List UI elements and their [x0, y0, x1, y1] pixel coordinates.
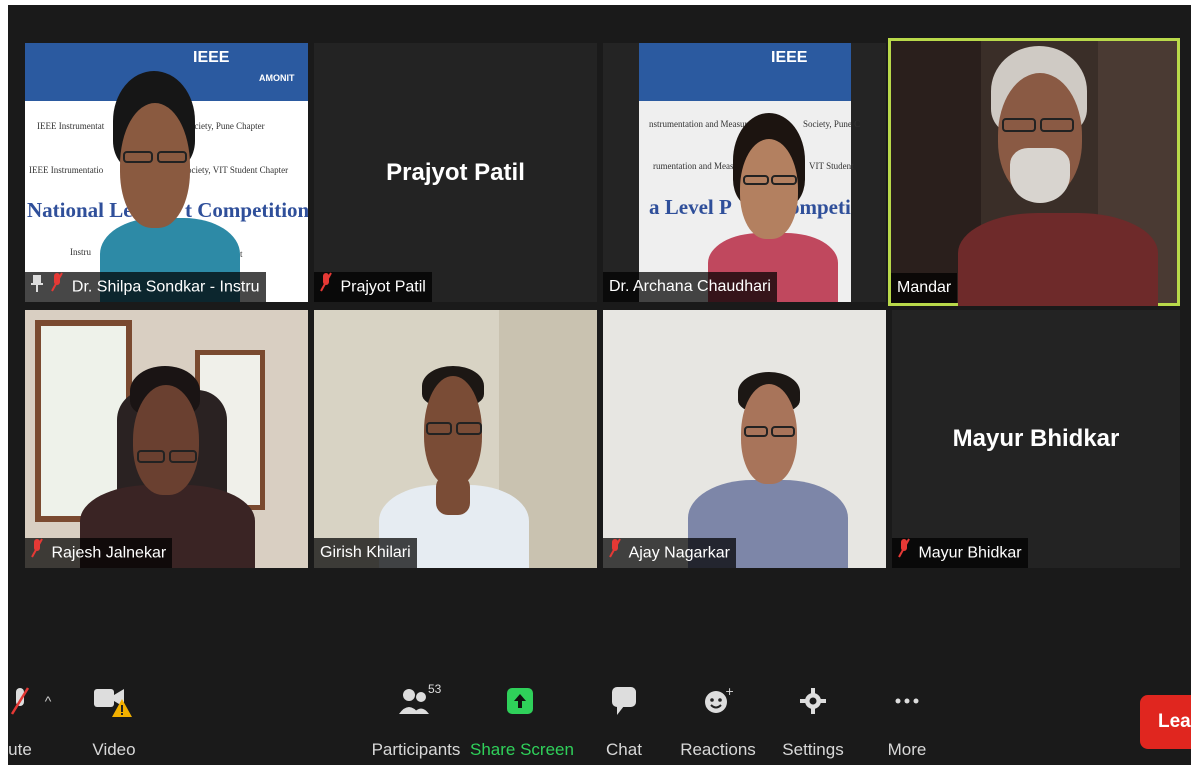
muted-mic-icon	[8, 680, 40, 722]
svg-text:+: +	[725, 686, 733, 698]
video-tile-mayur[interactable]: Mayur Bhidkar Mayur Bhidkar	[892, 310, 1180, 568]
slide-line-2b: VIT Student	[809, 161, 854, 171]
video-camera-icon	[84, 680, 144, 722]
glasses	[771, 175, 797, 185]
ieee-logo: IEEE	[193, 49, 230, 66]
glasses	[744, 426, 768, 437]
reactions-button[interactable]: + Reactions	[678, 680, 758, 762]
glasses	[169, 450, 197, 463]
video-tile-ajay[interactable]: Ajay Nagarkar	[603, 310, 886, 568]
glasses	[137, 450, 165, 463]
reactions-label: Reactions	[680, 740, 756, 759]
glasses	[123, 151, 153, 163]
slide-line-1b: Society, Pune Chapter	[185, 121, 265, 131]
video-button[interactable]: Video	[84, 680, 144, 762]
mute-button[interactable]: ute	[8, 680, 40, 762]
glasses	[456, 422, 482, 435]
chat-icon	[600, 680, 648, 722]
settings-label: Settings	[782, 740, 844, 759]
glasses	[771, 426, 795, 437]
name-tag: Girish Khilari	[314, 538, 417, 568]
name-tag: Mandar	[891, 273, 958, 303]
name-tag: Prajyot Patil	[314, 272, 432, 302]
participant-name: Ajay Nagarkar	[628, 544, 730, 562]
participants-icon: 53	[368, 680, 464, 722]
chat-button[interactable]: Chat	[600, 680, 648, 762]
name-tag: Dr. Archana Chaudhari	[603, 272, 777, 302]
share-screen-label: Share Screen	[470, 740, 574, 759]
name-tag: Dr. Shilpa Sondkar - Instru	[25, 272, 266, 302]
muted-mic-icon	[51, 272, 64, 302]
more-dots-icon	[878, 680, 936, 722]
participants-label: Participants	[371, 740, 461, 759]
meeting-window: IEEE AMONIT IEEE Instrumentat Society, P…	[8, 5, 1191, 765]
share-screen-icon	[470, 680, 570, 722]
chevron-up-icon: ^	[44, 693, 52, 709]
participant-face	[740, 139, 798, 239]
hand	[436, 475, 470, 515]
settings-button[interactable]: Settings	[778, 680, 848, 762]
share-screen-button[interactable]: Share Screen	[470, 680, 574, 762]
pin-icon	[31, 273, 43, 303]
more-button[interactable]: More	[878, 680, 936, 762]
mute-options-caret[interactable]: ^	[38, 680, 58, 762]
participant-beard	[1010, 148, 1070, 203]
participant-name: Mandar	[897, 279, 952, 296]
participant-name: Dr. Shilpa Sondkar - Instru	[71, 278, 260, 296]
amonit-logo: AMONIT	[259, 73, 295, 83]
participant-face	[120, 103, 190, 228]
mute-label: ute	[8, 740, 32, 759]
glasses	[743, 175, 769, 185]
video-tile-mandar[interactable]: Mandar	[888, 38, 1180, 306]
muted-mic-icon	[609, 538, 621, 568]
video-label: Video	[92, 740, 136, 759]
glasses	[1002, 118, 1036, 132]
participant-body	[958, 213, 1158, 306]
reactions-icon: +	[678, 680, 758, 722]
video-tile-shilpa[interactable]: IEEE AMONIT IEEE Instrumentat Society, P…	[25, 43, 308, 302]
slide-title-b: ompeti	[789, 195, 851, 219]
ieee-logo: IEEE	[771, 49, 808, 66]
glasses	[1040, 118, 1074, 132]
participant-name: Prajyot Patil	[340, 278, 426, 296]
slide-title-a: a Level P	[649, 195, 732, 219]
participant-display-name: Prajyot Patil	[386, 158, 525, 186]
glasses	[157, 151, 187, 163]
glasses	[426, 422, 452, 435]
participant-name: Girish Khilari	[320, 544, 411, 561]
slide-line-2b: ociety, VIT Student Chapter	[187, 165, 289, 175]
name-tag: Ajay Nagarkar	[603, 538, 736, 568]
leave-button[interactable]: Lea	[1140, 695, 1191, 749]
participant-face	[133, 385, 199, 495]
more-label: More	[887, 740, 927, 759]
name-tag: Mayur Bhidkar	[892, 538, 1028, 568]
name-tag: Rajesh Jalnekar	[25, 538, 173, 568]
participant-display-name: Mayur Bhidkar	[952, 425, 1120, 452]
participant-name: Dr. Archana Chaudhari	[609, 278, 771, 295]
participants-button[interactable]: 53 Participants	[368, 680, 464, 762]
participant-name: Mayur Bhidkar	[918, 544, 1022, 562]
slide-banner	[639, 43, 851, 101]
participant-name: Rajesh Jalnekar	[51, 544, 167, 562]
muted-mic-icon	[31, 538, 43, 568]
video-tile-rajesh[interactable]: Rajesh Jalnekar	[25, 310, 308, 568]
gear-icon	[778, 680, 848, 722]
video-tile-girish[interactable]: Girish Khilari	[314, 310, 597, 568]
muted-mic-icon	[320, 272, 332, 302]
video-tile-archana[interactable]: IEEE nstrumentation and Measur Society, …	[603, 43, 886, 302]
chat-label: Chat	[606, 740, 642, 759]
video-tile-prajyot[interactable]: Prajyot Patil Prajyot Patil	[314, 43, 597, 302]
participants-count: 53	[428, 682, 442, 696]
slide-line-1b: Society, Pune C	[803, 119, 861, 129]
muted-mic-icon	[898, 538, 910, 568]
meeting-toolbar: ute ^ Video 53 Participants Share Screen	[8, 670, 1191, 765]
